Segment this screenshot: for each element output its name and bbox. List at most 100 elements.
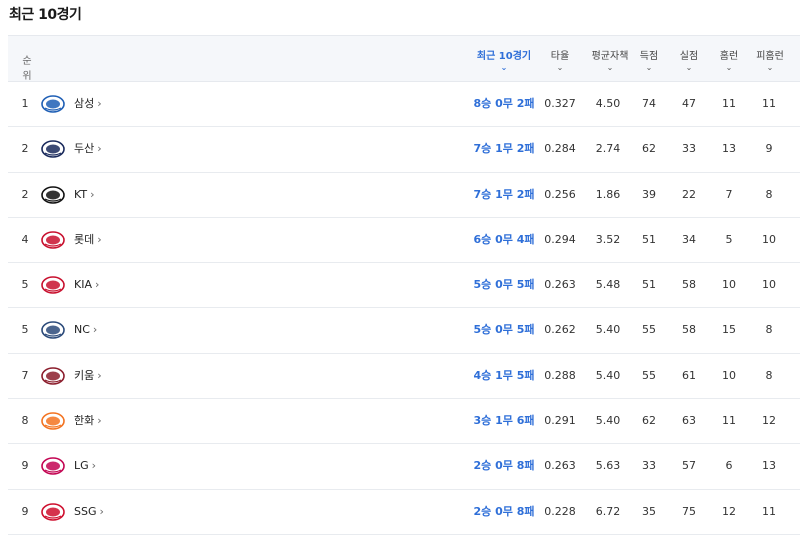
team-name: NC [74,323,90,337]
batting-average: 0.327 [544,97,576,110]
team-link[interactable]: 두산 › [74,127,102,171]
team-link[interactable]: LG › [74,444,96,488]
table-row: 2 KT › 7승 1무 2패 0.256 1.86 39 22 7 8 [8,173,800,218]
era-value: 6.72 [595,504,621,518]
header-runs[interactable]: 득점 ⌄ [634,47,664,72]
team-link[interactable]: 한화 › [74,399,102,443]
header-recent-label: 최근 10경기 [476,51,532,62]
header-runs-allowed-label: 실점 [679,51,699,62]
runs-scored: 55 [642,323,656,337]
header-hr[interactable]: 홈런 ⌄ [714,47,744,72]
chevron-down-icon: ⌄ [766,63,774,72]
era-value: 5.40 [595,323,621,337]
home-runs: 10 [722,368,736,382]
home-runs-allowed: 8 [765,187,773,201]
home-runs: 7 [725,187,733,201]
era-value: 5.40 [595,368,621,382]
chevron-right-icon: › [90,187,95,201]
rank-value: 9 [21,504,29,518]
home-runs-allowed: 13 [762,459,776,473]
chevron-right-icon: › [99,504,104,518]
nc-dinos-logo [41,321,65,340]
chevron-down-icon: ⌄ [606,63,614,72]
runs-allowed: 58 [682,278,696,292]
home-runs: 13 [722,142,736,156]
chevron-right-icon: › [97,368,102,382]
rank-value: 5 [21,278,29,292]
header-era[interactable]: 평균자책 ⌄ [584,47,636,72]
chevron-right-icon: › [94,278,100,292]
era-value: 5.63 [595,459,621,473]
standings-table: 순위 최근 10경기 ⌄ 타율 ⌄ 평균자책 ⌄ 득점 ⌄ 실점 ⌄ 홈런 ⌄ … [8,35,800,535]
chevron-down-icon: ⌄ [685,63,693,72]
team-link[interactable]: KT › [74,173,95,217]
runs-allowed: 33 [682,142,696,156]
team-link[interactable]: 키움 › [74,354,102,398]
doosan-bears-logo [41,140,65,159]
batting-average: 0.263 [544,459,576,473]
team-name: 두산 [74,142,95,156]
table-row: 5 NC › 5승 0무 5패 0.262 5.40 55 58 15 8 [8,308,800,354]
chevron-down-icon: ⌄ [645,63,653,72]
header-runs-allowed[interactable]: 실점 ⌄ [674,47,704,72]
header-hr-label: 홈런 [719,51,739,62]
batting-average: 0.284 [544,142,576,156]
batting-average: 0.256 [544,187,576,201]
team-name: 키움 [74,368,95,382]
chevron-right-icon: › [97,97,102,110]
header-recent-10-games[interactable]: 최근 10경기 ⌄ [464,47,544,72]
runs-allowed: 63 [682,414,696,428]
rank-value: 8 [21,414,29,428]
table-row: 7 키움 › 4승 1무 5패 0.288 5.40 55 61 10 8 [8,354,800,400]
home-runs: 10 [722,278,736,292]
runs-scored: 51 [642,278,656,292]
era-value: 1.86 [595,187,621,201]
runs-scored: 55 [642,368,656,382]
batting-average: 0.263 [544,278,576,292]
lg-twins-logo [41,457,65,476]
era-value: 2.74 [595,142,621,156]
rank-value: 2 [21,142,29,156]
header-avg-label: 타율 [550,51,570,62]
team-link[interactable]: SSG › [74,490,104,534]
table-row: 1 삼성 › 8승 0무 2패 0.327 4.50 74 47 11 11 [8,82,800,128]
rank-value: 1 [21,97,29,110]
home-runs: 11 [722,414,736,428]
home-runs: 6 [725,459,733,473]
runs-scored: 62 [642,142,656,156]
runs-allowed: 47 [682,97,696,110]
batting-average: 0.228 [544,504,576,518]
table-body: 1 삼성 › 8승 0무 2패 0.327 4.50 74 47 11 11 2 두산 › 7승 1무 2… [8,82,800,535]
kiwoom-heroes-logo [41,366,65,385]
chevron-down-icon: ⌄ [556,63,564,72]
kt-wiz-logo [41,185,65,204]
home-runs-allowed: 9 [765,142,773,156]
table-row: 5 KIA › 5승 0무 5패 0.263 5.48 51 58 10 10 [8,263,800,309]
era-value: 3.52 [595,232,621,246]
era-value: 5.40 [595,414,621,428]
header-avg[interactable]: 타율 ⌄ [544,47,576,72]
home-runs-allowed: 12 [762,414,776,428]
header-runs-label: 득점 [639,51,659,62]
team-name: 한화 [74,414,95,428]
batting-average: 0.262 [544,323,576,337]
hanwha-eagles-logo [41,412,65,430]
team-name: LG [74,459,89,473]
header-hr-allowed[interactable]: 피홈런 ⌄ [751,47,789,72]
home-runs-allowed: 11 [762,504,776,518]
chevron-right-icon: › [91,459,97,473]
team-link[interactable]: NC › [74,308,97,352]
team-link[interactable]: 삼성 › [74,82,102,126]
home-runs: 11 [722,97,736,110]
table-row: 9 SSG › 2승 0무 8패 0.228 6.72 35 75 12 11 [8,490,800,535]
home-runs-allowed: 8 [765,323,773,337]
runs-scored: 39 [642,187,656,201]
runs-scored: 33 [642,459,656,473]
team-link[interactable]: 롯데 › [74,218,102,262]
runs-allowed: 61 [682,368,696,382]
batting-average: 0.288 [544,368,576,382]
chevron-right-icon: › [97,142,102,156]
team-link[interactable]: KIA › [74,263,99,307]
header-hr-allowed-label: 피홈런 [756,51,784,62]
team-name: KIA [74,278,92,292]
